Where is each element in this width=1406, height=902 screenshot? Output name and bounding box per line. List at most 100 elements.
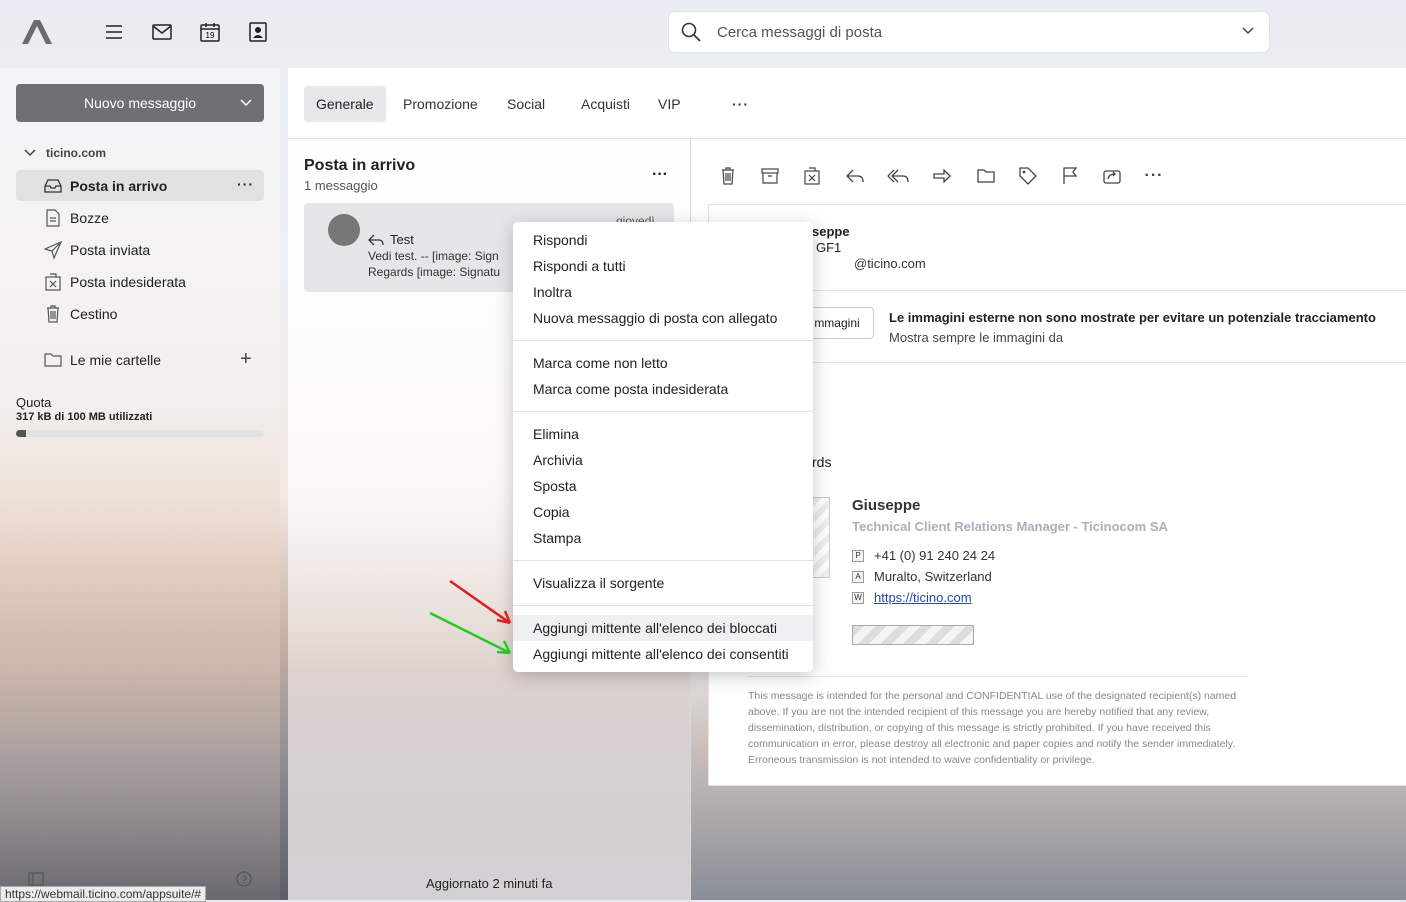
address-key: A bbox=[852, 570, 864, 583]
menu-item-print[interactable]: Stampa bbox=[533, 530, 581, 546]
folder-label: Cestino bbox=[70, 305, 118, 322]
phone-value: +41 (0) 91 240 24 24 bbox=[874, 548, 996, 563]
web-key: W bbox=[852, 591, 864, 604]
tab-promozione[interactable]: Promozione bbox=[391, 86, 490, 122]
app-logo[interactable] bbox=[18, 16, 54, 48]
quota-title: Quota bbox=[16, 395, 52, 410]
disclaimer: This message is intended for the persona… bbox=[748, 690, 1237, 766]
tab-social[interactable]: Social bbox=[495, 86, 557, 122]
folder-sent[interactable]: Posta inviata bbox=[16, 234, 264, 265]
tag-icon[interactable] bbox=[1017, 165, 1039, 187]
my-folders[interactable]: Le mie cartelle bbox=[44, 352, 161, 368]
folder-spam[interactable]: Posta indesiderata bbox=[16, 266, 264, 297]
share-icon[interactable] bbox=[1101, 165, 1123, 187]
images-warning: Le immagini esterne non sono mostrate pe… bbox=[889, 310, 1376, 325]
more-icon[interactable]: ··· bbox=[237, 176, 254, 192]
folder-label: Posta inviata bbox=[70, 241, 151, 258]
send-icon bbox=[44, 240, 62, 259]
add-folder-icon[interactable]: + bbox=[240, 348, 252, 371]
signature-phone: P +41 (0) 91 240 24 24 bbox=[852, 548, 995, 563]
calendar-day: 19 bbox=[206, 31, 215, 40]
new-message-button[interactable]: Nuovo messaggio bbox=[16, 84, 264, 122]
avatar bbox=[328, 214, 360, 246]
item-preview: Vedi test. -- [image: Sign bbox=[368, 249, 499, 263]
quota-text: 317 kB di 100 MB utilizzati bbox=[16, 411, 153, 423]
tab-generale[interactable]: Generale bbox=[304, 86, 386, 122]
menu-item-reply[interactable]: Rispondi bbox=[533, 232, 587, 248]
chevron-down-icon[interactable] bbox=[240, 97, 252, 109]
menu-item-mark-spam[interactable]: Marca come posta indesiderata bbox=[533, 381, 728, 397]
mail-icon[interactable] bbox=[150, 20, 174, 44]
contacts-icon[interactable] bbox=[246, 20, 270, 44]
menu-item-delete[interactable]: Elimina bbox=[533, 426, 579, 442]
item-subject: Test bbox=[368, 232, 414, 247]
subject-text: Test bbox=[390, 232, 414, 247]
menu-item-forward[interactable]: Inoltra bbox=[533, 284, 572, 300]
list-title: Posta in arrivo bbox=[304, 157, 416, 174]
signature-image bbox=[812, 497, 830, 578]
account-name: ticino.com bbox=[46, 146, 107, 160]
menu-separator bbox=[513, 411, 813, 412]
archive-icon[interactable] bbox=[759, 165, 781, 187]
reply-icon bbox=[368, 234, 384, 245]
search-input[interactable]: Cerca messaggi di posta bbox=[717, 24, 882, 41]
menu-separator bbox=[513, 560, 813, 561]
tab-vip[interactable]: VIP bbox=[646, 86, 693, 122]
list-count: 1 messaggio bbox=[304, 178, 378, 193]
help-icon[interactable]: ? bbox=[236, 871, 252, 887]
more-icon[interactable]: ··· bbox=[1143, 165, 1165, 187]
menu-item-copy[interactable]: Copia bbox=[533, 504, 570, 520]
flag-icon[interactable] bbox=[1059, 165, 1081, 187]
tab-acquisti[interactable]: Acquisti bbox=[569, 86, 642, 122]
signature-name: Giuseppe bbox=[852, 497, 921, 514]
chevron-down-icon[interactable] bbox=[1241, 24, 1255, 38]
sender-email[interactable]: @ticino.com bbox=[854, 256, 926, 271]
red-arrow-icon bbox=[449, 579, 512, 625]
separator bbox=[748, 676, 1248, 677]
menu-item-block-sender[interactable]: Aggiungi mittente all'elenco dei bloccat… bbox=[533, 620, 777, 636]
calendar-icon[interactable]: 19 bbox=[198, 20, 222, 44]
new-message-label: Nuovo messaggio bbox=[83, 95, 197, 111]
menu-item-archive[interactable]: Archivia bbox=[533, 452, 583, 468]
spam-icon[interactable] bbox=[801, 165, 823, 187]
menu-item-move[interactable]: Sposta bbox=[533, 478, 577, 494]
forward-icon[interactable] bbox=[931, 165, 953, 187]
menu-item-view-source[interactable]: Visualizza il sorgente bbox=[533, 575, 664, 591]
list-more-icon[interactable]: ··· bbox=[652, 166, 668, 184]
signature-web: W https://ticino.com bbox=[852, 590, 972, 605]
folder-trash[interactable]: Cestino bbox=[16, 298, 264, 329]
menu-item-mark-unread[interactable]: Marca come non letto bbox=[533, 355, 668, 371]
menu-item-new-with-attachment[interactable]: Nuova messaggio di posta con allegato bbox=[533, 310, 777, 326]
folder-label: Posta in arrivo bbox=[70, 177, 168, 194]
folder-icon bbox=[44, 353, 62, 367]
website-link[interactable]: https://ticino.com bbox=[874, 590, 972, 605]
svg-text:?: ? bbox=[241, 875, 247, 886]
search-bar[interactable]: Cerca messaggi di posta bbox=[669, 12, 1269, 52]
menu-separator bbox=[513, 340, 813, 341]
sidebar-toggle-icon[interactable] bbox=[28, 872, 44, 886]
reply-all-icon[interactable] bbox=[887, 165, 909, 187]
spam-icon bbox=[44, 272, 62, 291]
folder-inbox[interactable]: Posta in arrivo ··· bbox=[16, 170, 264, 201]
quota-bar bbox=[16, 430, 264, 437]
trash-icon bbox=[44, 304, 62, 323]
my-folders-label: Le mie cartelle bbox=[70, 352, 162, 368]
tabs-more-icon[interactable]: ··· bbox=[720, 86, 761, 122]
address-value: Muralto, Switzerland bbox=[874, 569, 992, 584]
menu-item-allow-sender[interactable]: Aggiungi mittente all'elenco dei consent… bbox=[533, 646, 789, 662]
always-show-images-link[interactable]: Mostra sempre le immagini da bbox=[889, 330, 1063, 345]
account-header[interactable]: ticino.com bbox=[24, 146, 106, 160]
delete-icon[interactable] bbox=[717, 165, 739, 187]
item-preview: Regards [image: Signatu bbox=[368, 265, 501, 279]
chevron-down-icon bbox=[24, 149, 36, 157]
menu-icon[interactable] bbox=[102, 20, 126, 44]
inbox-icon bbox=[44, 177, 62, 195]
reply-icon[interactable] bbox=[844, 165, 866, 187]
signature-role: Technical Client Relations Manager - Tic… bbox=[852, 519, 1168, 534]
sender-sub: GF1 bbox=[816, 240, 842, 255]
folder-drafts[interactable]: Bozze bbox=[16, 202, 264, 233]
menu-item-reply-all[interactable]: Rispondi a tutti bbox=[533, 258, 626, 274]
quota-fill bbox=[16, 430, 26, 437]
updated-status: Aggiornato 2 minuti fa bbox=[426, 876, 553, 891]
move-folder-icon[interactable] bbox=[975, 165, 997, 187]
